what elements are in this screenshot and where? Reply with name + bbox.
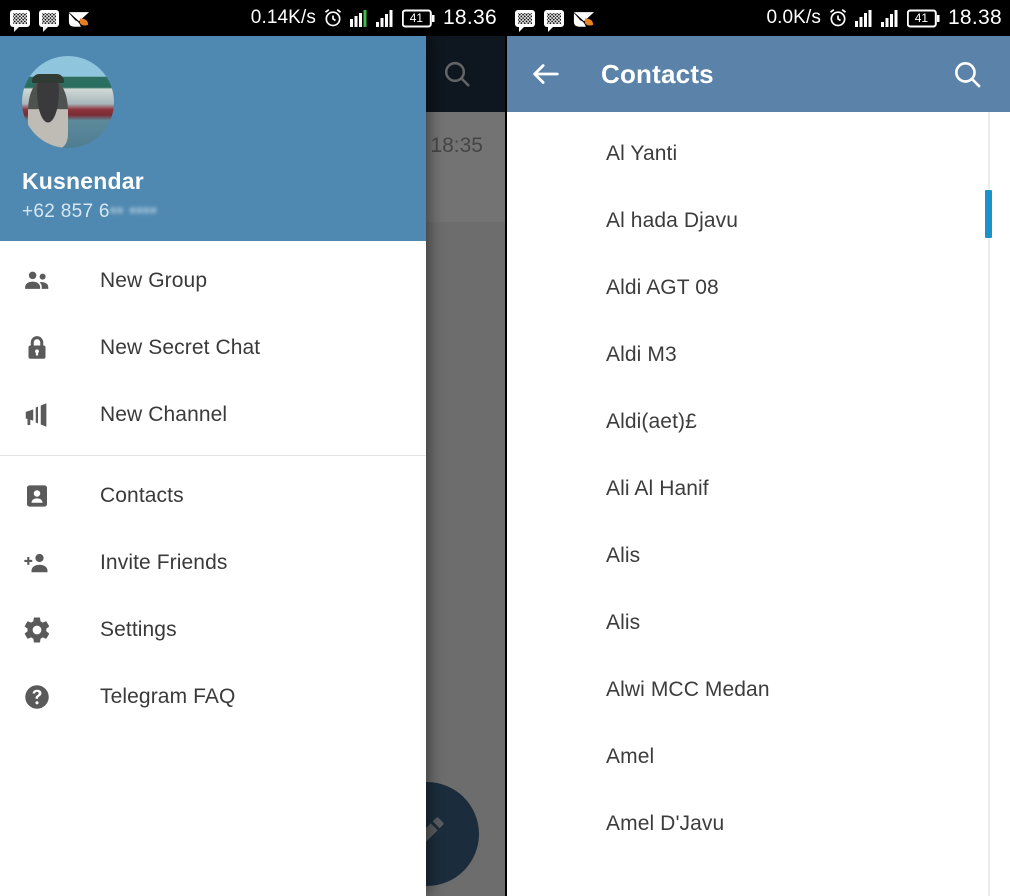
status-clock: 18.38 (947, 6, 1002, 29)
contacts-scrollbar-thumb[interactable] (985, 190, 992, 238)
profile-phone: +62 857 6•• •••• (22, 201, 404, 223)
phone-redacted: •• •••• (109, 201, 158, 222)
right-phone-panel: 0.0K/s 41 18.38 Contacts Al Yanti Al had… (505, 0, 1010, 896)
status-system-icons: 0.14K/s 41 18.36 (251, 6, 497, 30)
drawer-item-label: Settings (100, 617, 177, 641)
contacts-toolbar: Contacts (505, 36, 1010, 112)
signal-bars-icon (854, 9, 874, 27)
signal-bars-icon (375, 9, 395, 27)
drawer-menu: New Group New Secret Chat New Channel Co… (0, 241, 426, 896)
alarm-icon (323, 8, 343, 28)
group-icon (22, 266, 74, 296)
left-phone-panel: 0.14K/s 41 18.36 Kusnendar +62 857 6•• •… (0, 0, 505, 896)
contacts-list[interactable]: Al Yanti Al hada Djavu Aldi AGT 08 Aldi … (505, 112, 1010, 896)
drawer-item-new-group[interactable]: New Group (0, 247, 426, 314)
drawer-item-settings[interactable]: Settings (0, 596, 426, 663)
contact-card-icon (22, 481, 74, 511)
list-item[interactable]: Alis (505, 589, 1010, 656)
search-icon[interactable] (951, 58, 984, 91)
phone-prefix: +62 857 6 (22, 201, 110, 222)
bbm-icon (544, 9, 564, 32)
list-item[interactable]: Amel (505, 723, 1010, 790)
gear-icon (22, 615, 74, 645)
back-arrow-icon[interactable] (529, 57, 581, 91)
drawer-item-label: Contacts (100, 483, 184, 507)
status-notification-icons (10, 9, 90, 32)
help-circle-icon (22, 682, 74, 712)
page-title: Contacts (601, 58, 714, 89)
list-item[interactable]: Amel D'Javu (505, 790, 1010, 857)
drawer-item-label: Invite Friends (100, 550, 228, 574)
list-item[interactable]: Al hada Djavu (505, 187, 1010, 254)
signal-bars-icon (349, 9, 369, 27)
drawer-item-contacts[interactable]: Contacts (0, 462, 426, 529)
drawer-item-new-channel[interactable]: New Channel (0, 381, 426, 448)
user-avatar-photo[interactable] (22, 56, 114, 148)
person-add-icon (22, 548, 74, 578)
megaphone-icon (22, 400, 74, 430)
lock-icon (22, 333, 74, 363)
drawer-item-telegram-faq[interactable]: Telegram FAQ (0, 663, 426, 730)
drawer-profile-header[interactable]: Kusnendar +62 857 6•• •••• (0, 36, 426, 241)
bbm-icon (10, 9, 30, 32)
list-item[interactable]: Aldi M3 (505, 321, 1010, 388)
signal-bars-icon (880, 9, 900, 27)
mail-call-icon (68, 9, 90, 28)
status-system-icons: 0.0K/s 41 18.38 (766, 6, 1002, 30)
battery-icon: 41 (906, 9, 941, 28)
battery-icon: 41 (401, 9, 436, 28)
profile-name: Kusnendar (22, 168, 144, 194)
status-notification-icons (515, 9, 595, 32)
drawer-item-label: New Group (100, 268, 208, 292)
drawer-item-invite-friends[interactable]: Invite Friends (0, 529, 426, 596)
list-item[interactable]: Ali Al Hanif (505, 455, 1010, 522)
list-item[interactable]: Alwi MCC Medan (505, 656, 1010, 723)
drawer-divider (0, 455, 426, 456)
drawer-item-label: New Channel (100, 402, 228, 426)
list-item[interactable]: Al Yanti (505, 120, 1010, 187)
status-clock: 18.36 (442, 6, 497, 29)
dual-screenshot: 0.14K/s 41 18.36 Kusnendar +62 857 6•• •… (0, 0, 1010, 896)
drawer-item-new-secret-chat[interactable]: New Secret Chat (0, 314, 426, 381)
panel-divider (505, 0, 507, 896)
mail-call-icon (573, 9, 595, 28)
bbm-icon (515, 9, 535, 32)
list-item[interactable]: Alis (505, 522, 1010, 589)
list-item[interactable]: Aldi AGT 08 (505, 254, 1010, 321)
right-status-bar: 0.0K/s 41 18.38 (505, 0, 1010, 36)
network-speed: 0.14K/s (250, 7, 316, 28)
alarm-icon (828, 8, 848, 28)
bbm-icon (39, 9, 59, 32)
left-status-bar: 0.14K/s 41 18.36 (0, 0, 505, 36)
navigation-drawer: Kusnendar +62 857 6•• •••• New Group New… (0, 36, 426, 896)
network-speed: 0.0K/s (766, 7, 821, 28)
drawer-item-label: Telegram FAQ (100, 684, 236, 708)
drawer-item-label: New Secret Chat (100, 335, 261, 359)
list-item[interactable]: Aldi(aet)£ (505, 388, 1010, 455)
